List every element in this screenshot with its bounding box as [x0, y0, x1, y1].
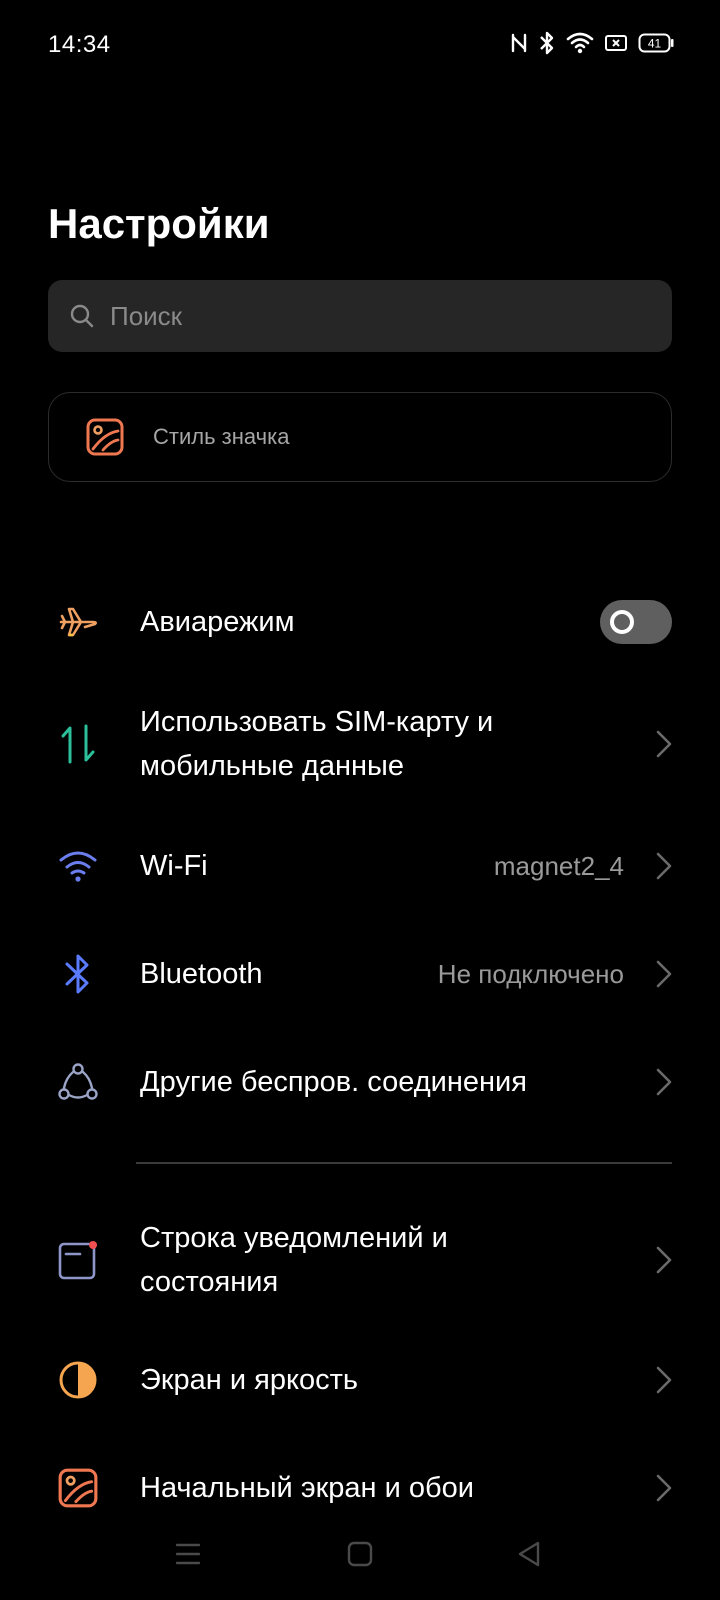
settings-item-home-screen-wallpaper[interactable]: Начальный экран и обои: [0, 1466, 720, 1510]
icon-style-label: Стиль значка: [153, 424, 290, 449]
chevron-right-icon: [656, 852, 672, 880]
other-wireless-label: Другие беспров. соединения: [140, 1066, 527, 1098]
airplane-mode-label: Авиарежим: [140, 606, 295, 638]
search-icon: [70, 304, 94, 328]
wallpaper-icon: [56, 1466, 100, 1510]
wifi-network-value: magnet2_4: [493, 850, 624, 881]
menu-icon[interactable]: [174, 1540, 202, 1568]
brightness-icon: [56, 1358, 100, 1402]
settings-item-airplane-mode[interactable]: Авиарежим: [0, 592, 720, 652]
status-time: 14:34: [48, 31, 111, 58]
notification-icon: [56, 1238, 100, 1282]
settings-item-other-wireless[interactable]: Другие беспров. соединения: [0, 1060, 720, 1104]
status-icons: 41: [510, 30, 674, 56]
status-bar: 14:34 41: [0, 0, 720, 90]
wifi-icon: [566, 32, 594, 54]
sim-data-label-line2: мобильные данные: [140, 750, 405, 782]
notification-bar-label-line1: Строка уведомлений и: [140, 1222, 448, 1254]
settings-item-bluetooth[interactable]: Bluetooth Не подключено: [0, 952, 720, 996]
data-transfer-icon: [56, 722, 100, 766]
bluetooth-icon: [56, 952, 100, 996]
chevron-right-icon: [656, 1246, 672, 1274]
wallpaper-icon: [86, 418, 124, 456]
battery-icon: 41: [638, 33, 674, 53]
chevron-right-icon: [656, 1366, 672, 1394]
search-input[interactable]: [110, 300, 630, 332]
home-icon[interactable]: [346, 1540, 374, 1568]
airplane-mode-toggle[interactable]: [600, 600, 672, 644]
settings-item-wifi[interactable]: Wi-Fi magnet2_4: [0, 844, 720, 888]
settings-item-notification-bar[interactable]: Строка уведомлений и состояния: [0, 1216, 720, 1304]
bluetooth-icon: [540, 31, 554, 55]
navigation-bar: [0, 1520, 720, 1590]
icon-style-card[interactable]: Стиль значка: [48, 392, 672, 482]
back-icon[interactable]: [516, 1540, 544, 1568]
airplane-icon: [56, 600, 100, 644]
chevron-right-icon: [656, 730, 672, 758]
battery-level: 41: [648, 37, 662, 51]
chevron-right-icon: [656, 960, 672, 988]
wifi-label: Wi-Fi: [140, 850, 208, 882]
toggle-knob: [610, 610, 634, 634]
section-divider: [136, 1162, 672, 1164]
home-screen-label: Начальный экран и обои: [140, 1472, 474, 1504]
sim-data-label-line1: Использовать SIM-карту и: [140, 706, 494, 738]
notification-bar-label-line2: состояния: [140, 1266, 279, 1298]
connections-icon: [56, 1060, 100, 1104]
chevron-right-icon: [656, 1474, 672, 1502]
settings-item-display-brightness[interactable]: Экран и яркость: [0, 1358, 720, 1402]
search-bar[interactable]: [48, 280, 672, 352]
settings-item-sim-mobile-data[interactable]: Использовать SIM-карту и мобильные данны…: [0, 700, 720, 788]
display-brightness-label: Экран и яркость: [140, 1364, 358, 1396]
bluetooth-label: Bluetooth: [140, 958, 263, 990]
chevron-right-icon: [656, 1068, 672, 1096]
page-title: Настройки: [48, 200, 270, 247]
bluetooth-status-value: Не подключено: [437, 958, 624, 989]
nfc-icon: [511, 33, 527, 53]
wifi-icon: [56, 844, 100, 888]
sim-icon: [605, 35, 627, 51]
